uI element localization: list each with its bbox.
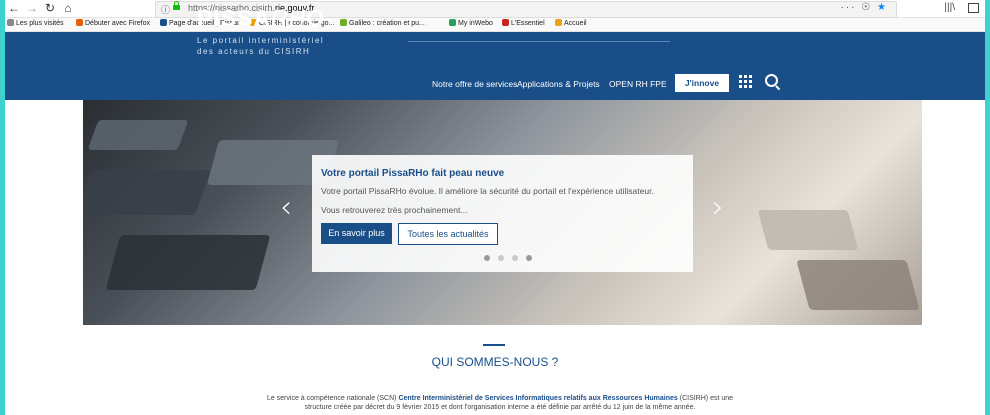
site-logo[interactable]: PISSARHO (197, 5, 325, 32)
reload-icon[interactable]: ↻ (43, 1, 57, 15)
hero-bg-tile (757, 210, 859, 250)
carousel-dot[interactable] (498, 255, 504, 261)
site-header (5, 32, 985, 100)
bookmark-item[interactable]: L'Essentiel (502, 19, 545, 27)
bookmark-item[interactable]: Débuter avec Firefox (76, 19, 150, 27)
carousel-next-icon[interactable]: › (712, 190, 724, 225)
hero-text: Votre portail PissaRHo évolue. Il amélio… (321, 186, 654, 196)
carousel-prev-icon[interactable]: ‹ (280, 190, 292, 225)
bookmark-item[interactable]: My inWebo (449, 19, 493, 27)
lock-icon[interactable] (173, 1, 180, 10)
logo-tagline: des acteurs du CISIRH (197, 47, 311, 56)
home-icon[interactable]: ⌂ (61, 1, 75, 15)
hero-title: Votre portail PissaRHo fait peau neuve (321, 168, 505, 179)
innove-button[interactable]: J'innove (675, 74, 729, 92)
page-actions[interactable]: ··· ☉ ★ (841, 2, 889, 13)
nav-offre-services[interactable]: Notre offre de services (432, 79, 517, 89)
nav-applications-projets[interactable]: Applications & Projets (517, 79, 600, 89)
section-title: QUI SOMMES-NOUS ? (431, 355, 559, 369)
hero-text: Vous retrouverez très prochainement... (321, 205, 468, 215)
search-icon[interactable] (765, 74, 778, 87)
apps-grid-icon[interactable] (739, 75, 753, 89)
right-accent-strip (985, 0, 990, 415)
menu-divider (408, 41, 670, 42)
star-icon: ★ (877, 2, 888, 13)
hero-bg-tile (83, 170, 212, 215)
section-divider (483, 344, 505, 346)
bookmark-item[interactable]: Les plus visités (7, 19, 63, 27)
nav-open-rh[interactable]: OPEN RH FPE (609, 79, 667, 89)
carousel-dot[interactable] (484, 255, 490, 261)
logo-tagline: Le portail interministériel (197, 36, 325, 45)
all-news-button[interactable]: Toutes les actualités (398, 223, 498, 245)
carousel-dot[interactable] (526, 255, 532, 261)
bookmarks-bar: Les plus visités Débuter avec Firefox Pa… (5, 18, 985, 32)
about-paragraph: Le service à compétence nationale (SCN) … (266, 395, 734, 411)
hero-bg-tile (105, 235, 271, 290)
carousel-dot[interactable] (512, 255, 518, 261)
info-icon[interactable]: ⓘ (161, 3, 170, 16)
bookmark-item[interactable]: Accueil (555, 19, 587, 27)
bookmark-item[interactable]: Galileo : création et pu... (340, 19, 425, 27)
forward-icon[interactable]: → (25, 1, 39, 15)
sidebar-icon[interactable] (968, 3, 979, 13)
back-icon[interactable]: ← (7, 1, 21, 15)
browser-navbar: ← → ↻ ⌂ ⓘ https://pissarho.cisirh.rie.go… (5, 0, 985, 18)
read-more-button[interactable]: En savoir plus (321, 223, 392, 244)
cisirh-link[interactable]: Centre Interministériel de Services Info… (398, 395, 677, 402)
hero-bg-tile (796, 260, 920, 310)
library-icon[interactable]: |||\ (944, 2, 955, 13)
hero-bg-tile (87, 120, 189, 150)
